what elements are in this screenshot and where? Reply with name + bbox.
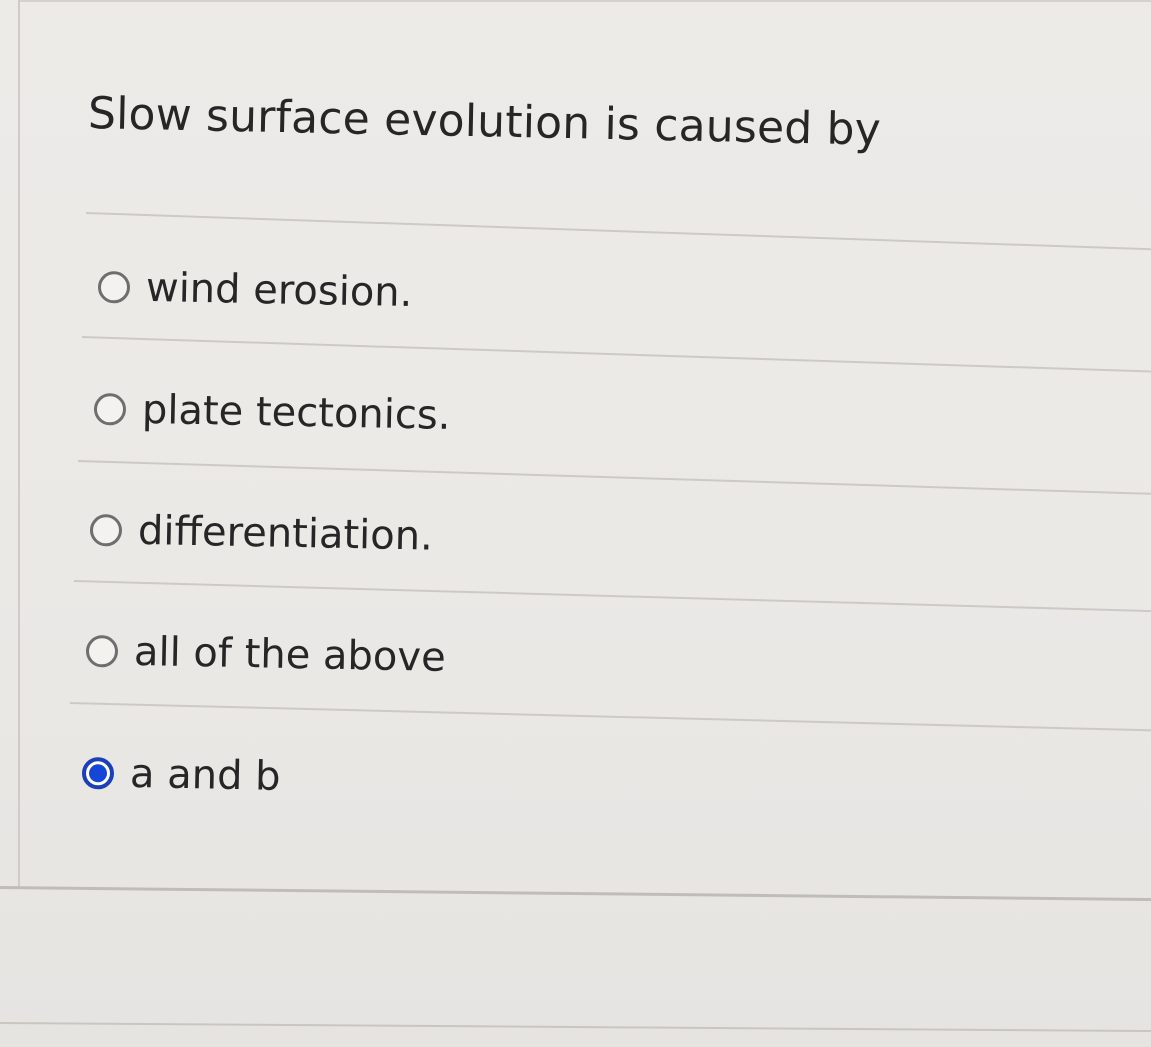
option-label: differentiation. — [137, 507, 434, 560]
radio-button[interactable] — [97, 271, 131, 304]
option-plate-tectonics[interactable]: plate tectonics. — [93, 386, 451, 439]
radio-selected-dot — [88, 764, 108, 783]
option-divider — [73, 580, 1151, 613]
option-label: plate tectonics. — [141, 386, 451, 439]
radio-button[interactable] — [85, 635, 119, 668]
option-divider — [85, 212, 1151, 251]
question-text: Slow surface evolution is caused by — [87, 88, 882, 156]
card-bottom-border — [0, 886, 1151, 902]
option-all-of-the-above[interactable]: all of the above — [85, 628, 447, 681]
option-label: wind erosion. — [145, 264, 413, 317]
option-wind-erosion[interactable]: wind erosion. — [97, 264, 413, 317]
option-divider — [77, 460, 1151, 495]
option-differentiation[interactable]: differentiation. — [89, 507, 434, 560]
option-divider — [69, 702, 1151, 732]
option-divider — [81, 336, 1151, 373]
radio-button[interactable] — [93, 393, 127, 426]
radio-button[interactable] — [89, 514, 123, 547]
option-a-and-b[interactable]: a and b — [81, 750, 281, 800]
radio-button-selected[interactable] — [81, 757, 115, 790]
option-label: a and b — [129, 750, 281, 800]
quiz-page: Slow surface evolution is caused by wind… — [0, 0, 1151, 1047]
question-card: Slow surface evolution is caused by wind… — [20, 2, 1151, 888]
option-label: all of the above — [133, 628, 447, 681]
next-card-border — [0, 1022, 1151, 1033]
